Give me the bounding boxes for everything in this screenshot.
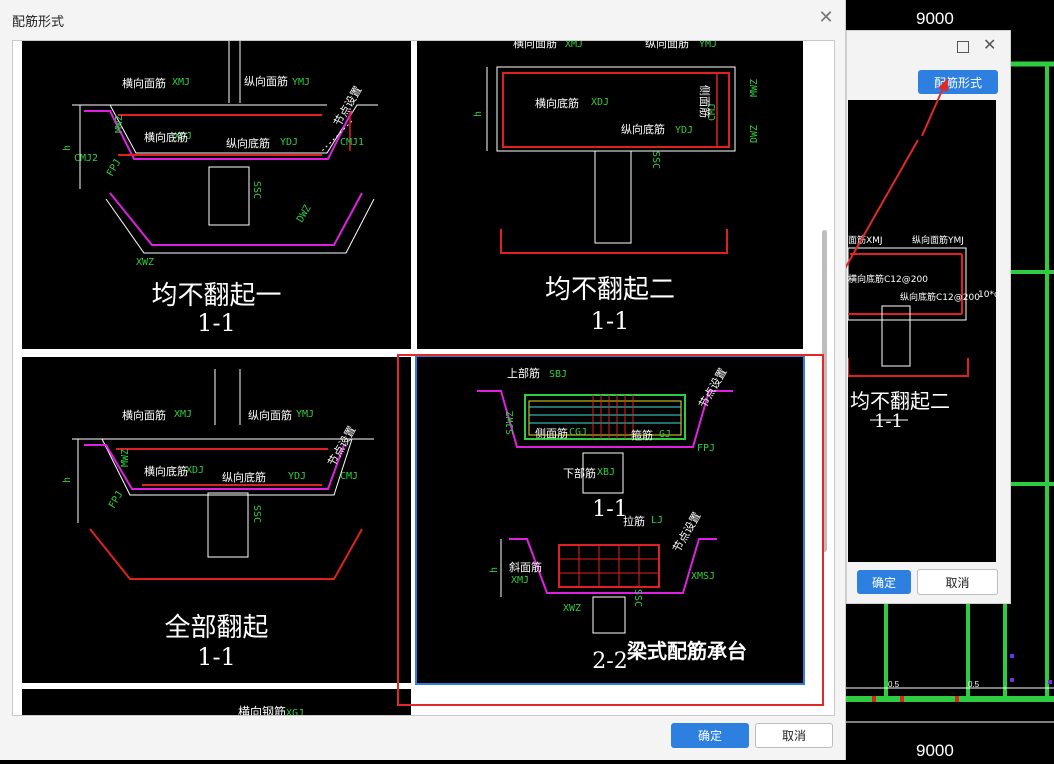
selection-highlight — [397, 354, 824, 706]
preview-title: 均不翻起二 — [850, 389, 950, 413]
small-dim-a: 0.5 — [888, 680, 900, 689]
preview-section: 1-1 — [874, 411, 903, 432]
tile-3-section: 1-1 — [197, 643, 236, 671]
pattern-tile-1[interactable]: XMJ YMJ XDJ YDJ CMJ1 CMJ2 MWZ FPJ DWZ XW… — [22, 41, 411, 349]
svg-text:XMJ: XMJ — [174, 409, 192, 420]
svg-text:h: h — [62, 145, 73, 151]
svg-text:CMJ2: CMJ2 — [74, 153, 98, 164]
svg-text:XMJ: XMJ — [565, 41, 583, 50]
pattern-tile-5[interactable]: 横向钢筋XGJ — [22, 689, 411, 716]
svg-text:横向面筋: 横向面筋 — [122, 408, 166, 422]
svg-text:FPJ: FPJ — [105, 157, 124, 178]
tile-5-label: 横向钢筋XGJ — [238, 705, 305, 716]
svg-text:YDJ: YDJ — [280, 137, 298, 148]
svg-text:纵向底筋: 纵向底筋 — [222, 470, 266, 484]
svg-text:纵向底筋: 纵向底筋 — [621, 122, 665, 136]
svg-text:纵向面筋: 纵向面筋 — [244, 74, 288, 88]
svg-text:节点设置: 节点设置 — [325, 424, 358, 469]
svg-text:SSC: SSC — [251, 505, 262, 523]
svg-text:纵向面筋: 纵向面筋 — [645, 41, 689, 50]
preview-top-h: 面筋XMJ — [848, 236, 883, 246]
maximize-icon[interactable] — [957, 41, 969, 53]
tile-3-title: 全部翻起 — [164, 613, 269, 643]
svg-text:CMJ: CMJ — [340, 471, 358, 482]
svg-text:h: h — [62, 477, 73, 483]
svg-text:YDJ: YDJ — [288, 471, 306, 482]
side-ok-button[interactable]: 确定 — [857, 570, 911, 594]
small-dim-b: 0.5 — [968, 680, 980, 689]
svg-text:YMJ: YMJ — [296, 409, 314, 420]
side-preview: 面筋XMJ 纵向面筋YMJ 横向底筋C12@200 纵向底筋C12@200 10… — [847, 100, 1000, 562]
svg-text:SSC: SSC — [650, 151, 661, 169]
svg-text:MWZ: MWZ — [120, 449, 131, 467]
svg-text:YMJ: YMJ — [699, 41, 717, 50]
svg-text:MWZ: MWZ — [114, 115, 125, 133]
rebar-form-button[interactable]: 配筋形式 — [918, 70, 998, 94]
svg-text:DWZ: DWZ — [295, 203, 314, 224]
cancel-button[interactable]: 取消 — [755, 723, 833, 748]
preview-bottom-h: 横向底筋C12@200 — [848, 275, 928, 285]
pattern-tile-3[interactable]: XMJ YMJ XDJ YDJ CMJ MWZ FPJ SSC h 横向面筋 纵… — [22, 357, 411, 683]
svg-text:SSC: SSC — [251, 181, 262, 199]
tile-1-title: 均不翻起一 — [151, 281, 282, 311]
svg-text:h: h — [473, 111, 484, 117]
svg-text:FPJ: FPJ — [107, 489, 126, 510]
svg-text:XWZ: XWZ — [136, 257, 154, 268]
svg-text:节点设置: 节点设置 — [331, 84, 364, 129]
svg-text:横向面筋: 横向面筋 — [513, 41, 557, 50]
side-preview-drawing — [847, 247, 969, 421]
svg-text:横向底筋: 横向底筋 — [144, 130, 188, 144]
svg-text:YMJ: YMJ — [292, 77, 310, 88]
dialog-title: 配筋形式 — [12, 15, 65, 30]
svg-text:纵向面筋: 纵向面筋 — [248, 408, 292, 422]
pattern-tile-2[interactable]: XMJ YMJ XDJ YDJ CMJ MWZ DWZ SSC h 横向面筋 纵… — [417, 41, 803, 349]
svg-text:MWZ: MWZ — [749, 79, 760, 97]
dimension-top: 9000 — [916, 9, 954, 28]
svg-text:DWZ: DWZ — [749, 125, 760, 143]
svg-text:横向面筋: 横向面筋 — [122, 76, 166, 90]
svg-text:侧面筋: 侧面筋 — [698, 85, 712, 118]
dimension-bottom: 9000 — [916, 741, 954, 760]
svg-text:YDJ: YDJ — [675, 125, 693, 136]
svg-text:CMJ1: CMJ1 — [340, 137, 364, 148]
close-icon[interactable]: ✕ — [815, 6, 837, 28]
svg-text:XDJ: XDJ — [591, 97, 609, 108]
svg-text:横向底筋: 横向底筋 — [144, 464, 188, 478]
ok-button[interactable]: 确定 — [671, 723, 749, 748]
svg-text:横向底筋: 横向底筋 — [535, 96, 579, 110]
side-cancel-button[interactable]: 取消 — [917, 569, 998, 595]
svg-text:XMJ: XMJ — [172, 77, 190, 88]
preview-top-v: 纵向面筋YMJ — [912, 236, 964, 246]
close-icon[interactable]: ✕ — [983, 35, 996, 54]
tile-2-section: 1-1 — [590, 307, 630, 335]
tile-2-title: 均不翻起二 — [544, 275, 675, 305]
preview-ten: 10*d — [978, 290, 1000, 300]
tile-1-section: 1-1 — [197, 309, 236, 337]
svg-text:纵向底筋: 纵向底筋 — [226, 136, 270, 150]
preview-bottom-v: 纵向底筋C12@200 — [900, 293, 980, 303]
svg-text:XDJ: XDJ — [186, 465, 204, 476]
